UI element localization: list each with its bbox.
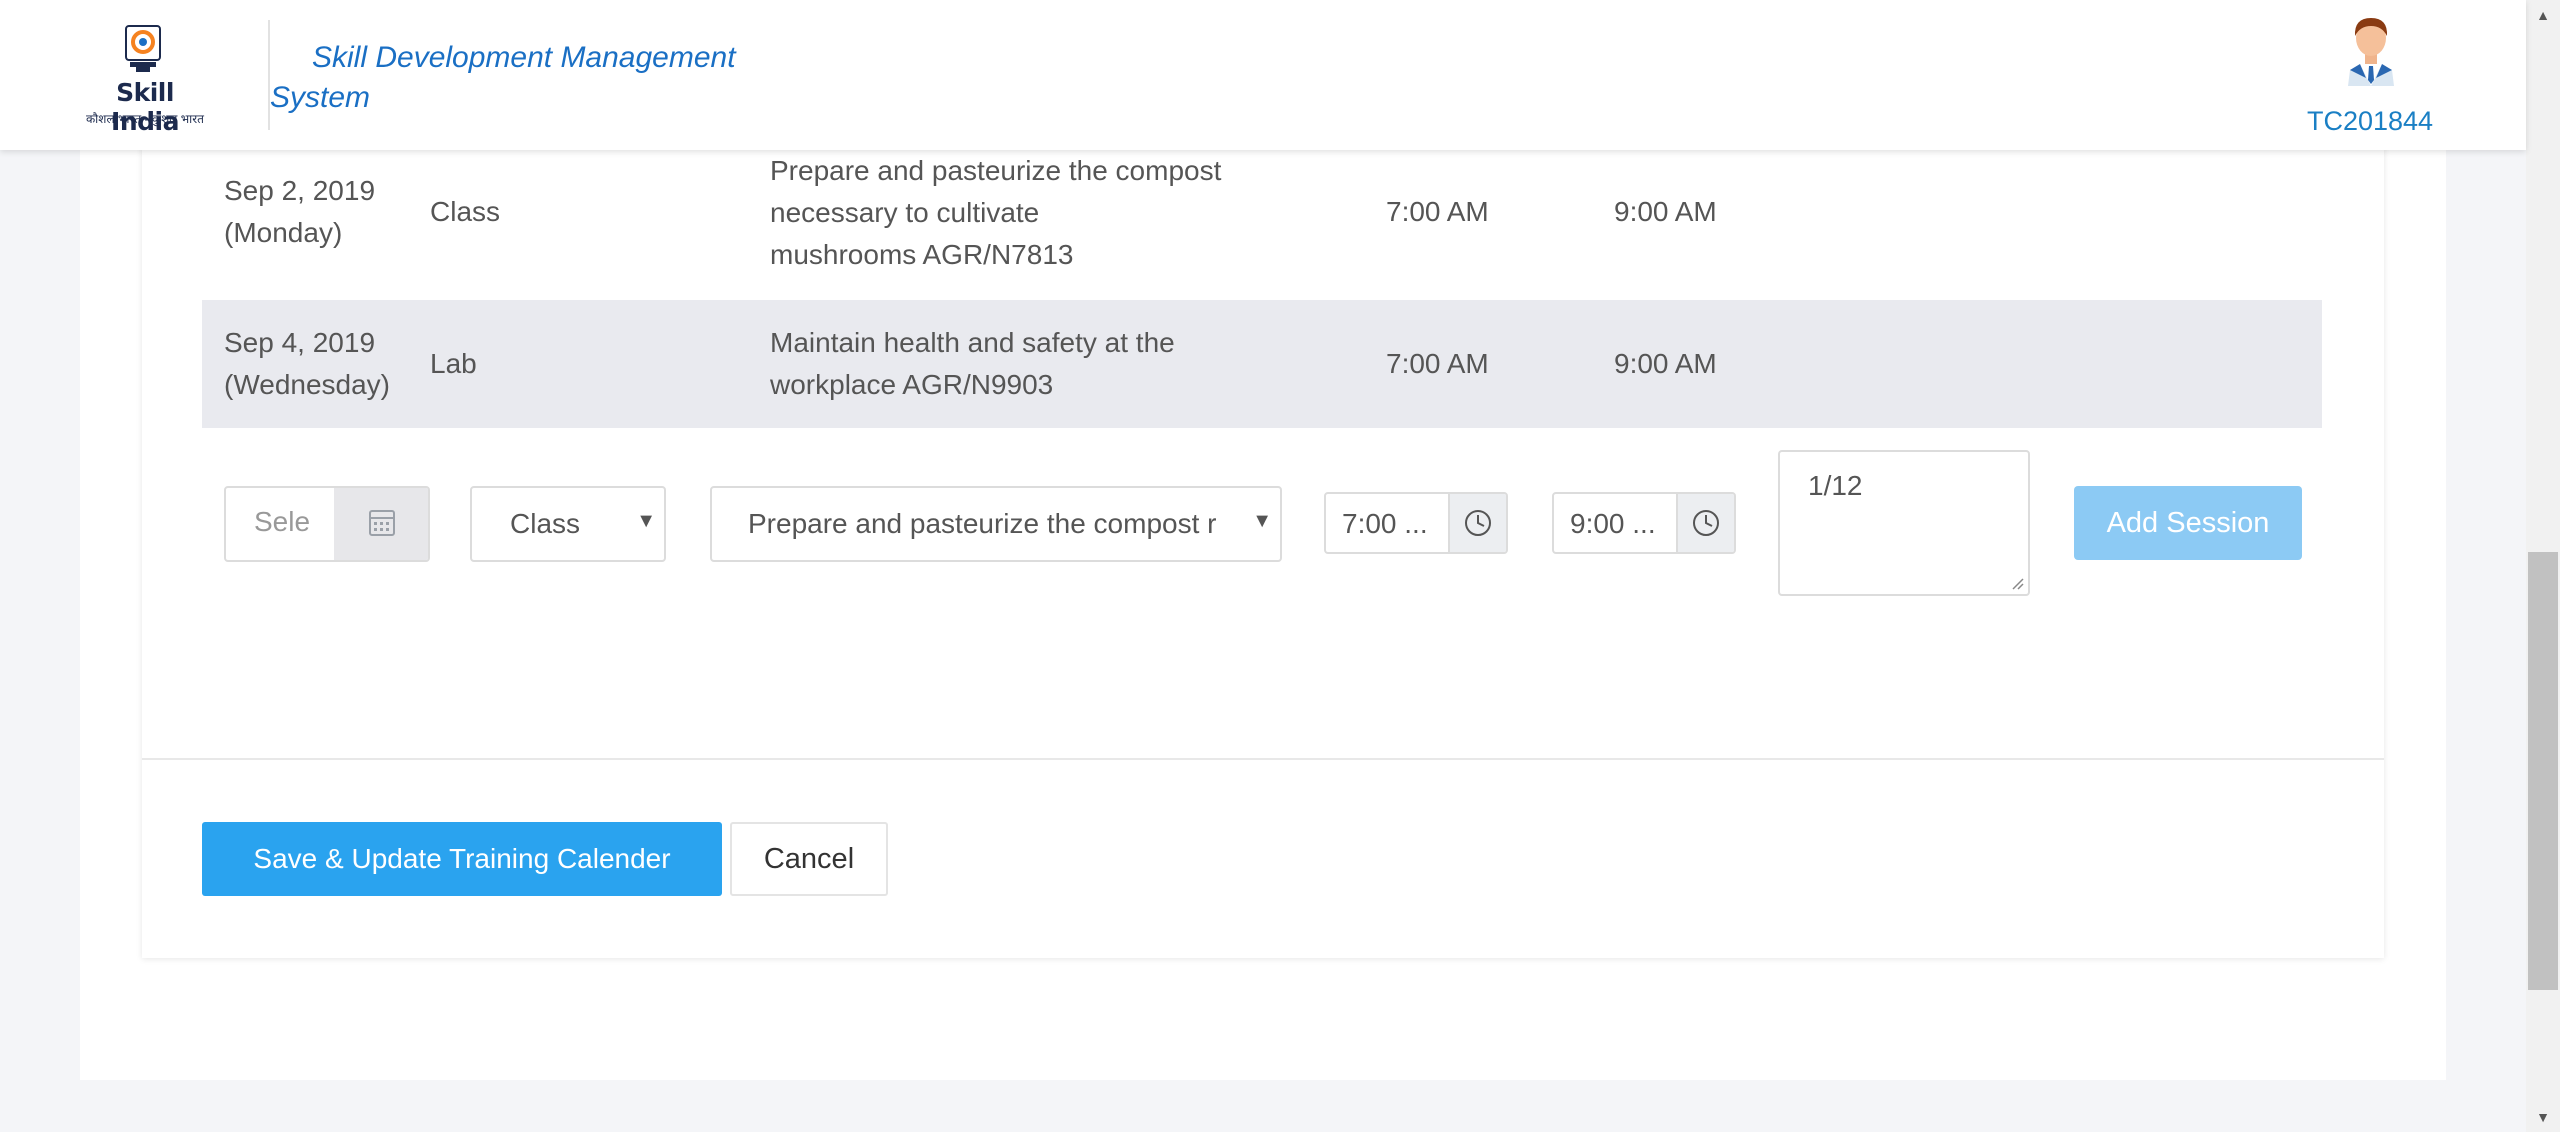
session-start-time: 7:00 AM [1386,196,1489,227]
session-type-select[interactable]: Class ▼ [470,486,666,562]
end-time-value: 9:00 ... [1570,508,1656,539]
session-day: (Monday) [224,217,343,248]
page-container: Sep 2, 2019 (Monday) Class Prepare and p… [80,100,2446,1080]
calendar-icon [369,510,395,536]
session-topic-value: Prepare and pasteurize the compost r [748,508,1217,539]
start-time-input[interactable]: 7:00 ... [1324,492,1508,554]
clock-icon [1465,510,1491,536]
session-date: Sep 2, 2019 [224,175,376,206]
session-topic: Maintain health and safety at the workpl… [770,322,1175,406]
end-time-picker-button[interactable] [1676,494,1734,552]
session-date-cell: Sep 4, 2019 (Wednesday) [224,322,390,406]
session-date-cell: Sep 2, 2019 (Monday) [224,170,375,254]
app-title-line1: Skill Development Management [312,41,736,74]
session-topic-line: mushrooms AGR/N7813 [770,239,1074,270]
session-type: Lab [430,348,477,379]
date-placeholder: Sele [254,506,311,537]
session-topic-line: Prepare and pasteurize the compost [770,155,1222,186]
session-topic-line: Maintain health and safety at the [770,327,1175,358]
training-calendar-card: Sep 2, 2019 (Monday) Class Prepare and p… [142,100,2384,958]
scroll-down-arrow-icon[interactable]: ▼ [2526,1102,2560,1132]
session-end-time: 9:00 AM [1614,348,1717,379]
app-title: Skill Development Management System [270,38,750,118]
session-row: Sep 2, 2019 (Monday) Class Prepare and p… [202,150,2322,276]
session-row: Sep 4, 2019 (Wednesday) Lab Maintain hea… [202,300,2322,428]
session-day: (Wednesday) [224,369,391,400]
scrollbar-thumb[interactable] [2528,552,2558,990]
cancel-button[interactable]: Cancel [730,822,888,896]
app-header: Skill India कौशल भारत - कुशल भारत Skill … [0,0,2526,150]
skill-india-logo[interactable]: Skill India कौशल भारत - कुशल भारत [80,24,210,136]
scroll-up-arrow-icon[interactable]: ▲ [2526,0,2560,30]
caret-down-icon: ▼ [1252,510,1272,532]
app-title-line2: System [270,81,371,114]
session-end-time: 9:00 AM [1614,196,1717,227]
start-time-value: 7:00 ... [1342,508,1428,539]
session-topic: Prepare and pasteurize the compost neces… [770,150,1221,276]
logo-emblem-icon [125,25,161,72]
page-scrollbar[interactable]: ▲ ▼ [2526,0,2560,1132]
section-divider [142,758,2384,760]
resize-grip-icon[interactable] [2010,576,2024,590]
logo-text: Skill India [111,78,179,136]
session-note-textarea[interactable]: 1/12 [1778,450,2030,596]
logo-subtext: कौशल भारत - कुशल भारत [85,112,205,126]
end-time-input[interactable]: 9:00 ... [1552,492,1736,554]
session-date-input[interactable]: Sele [224,486,430,562]
clock-icon [1693,510,1719,536]
add-session-button[interactable]: Add Session [2074,486,2302,560]
session-start-time: 7:00 AM [1386,348,1489,379]
user-id-label[interactable]: TC201844 [2290,106,2450,137]
session-type: Class [430,196,501,227]
session-note-value: 1/12 [1808,470,1863,501]
session-topic-line: necessary to cultivate [770,197,1040,228]
session-type-value: Class [510,508,581,539]
session-topic-line: workplace AGR/N9903 [770,369,1054,400]
save-update-calendar-button[interactable]: Save & Update Training Calender [202,822,722,896]
start-time-picker-button[interactable] [1448,494,1506,552]
session-date: Sep 4, 2019 [224,327,376,358]
session-topic-select[interactable]: Prepare and pasteurize the compost r ▼ [710,486,1282,562]
calendar-button[interactable] [334,488,428,560]
user-avatar-icon[interactable] [2336,14,2406,86]
caret-down-icon: ▼ [636,510,656,532]
